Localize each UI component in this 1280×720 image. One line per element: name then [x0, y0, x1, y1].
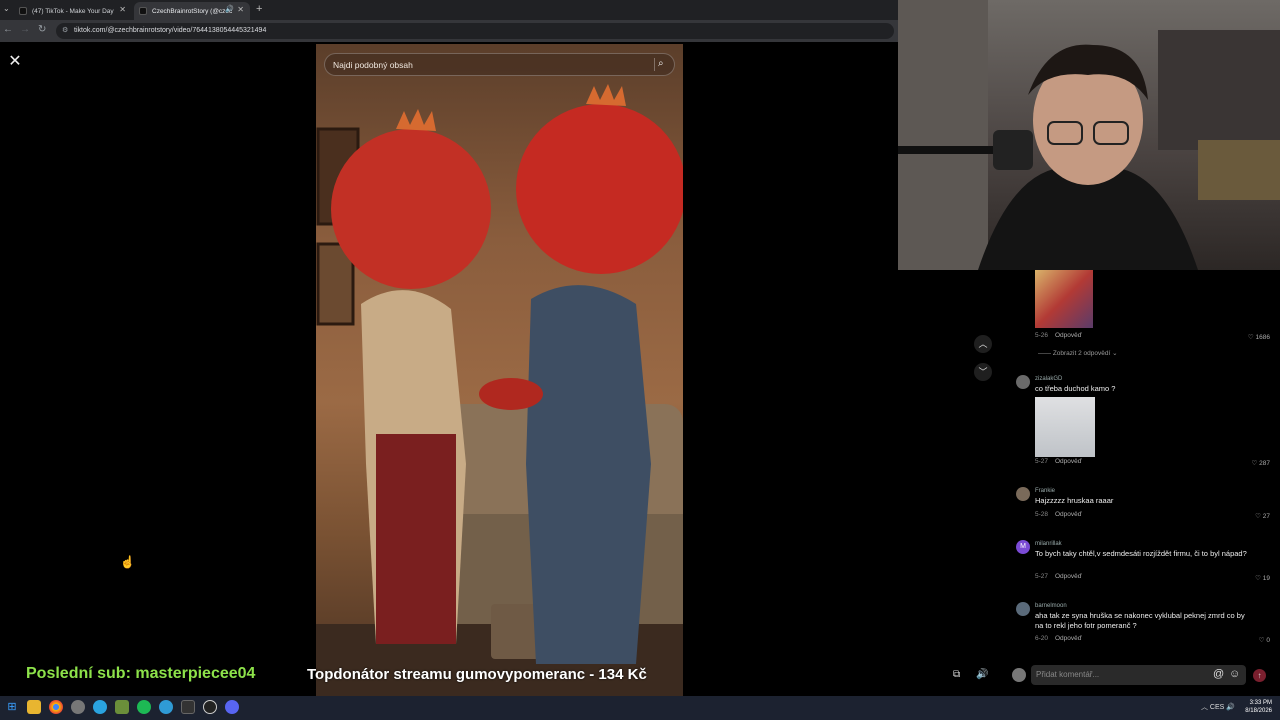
back-icon[interactable]: ←	[3, 24, 13, 35]
reply-button[interactable]: Odpověď	[1055, 332, 1082, 339]
tray-language[interactable]: CES	[1210, 704, 1224, 711]
close-tab-icon[interactable]: ✕	[119, 5, 126, 14]
comment-date: 6-20	[1035, 635, 1049, 642]
taskbar-clock[interactable]: 3:33 PM 8/18/2026	[1245, 699, 1272, 715]
webcam-frame	[898, 0, 1280, 270]
comment-input-placeholder: Přidat komentář...	[1036, 670, 1100, 679]
tab-tiktok-home[interactable]: (47) TikTok - Make Your Day ✕	[14, 2, 132, 20]
heart-icon: ♡	[1255, 575, 1263, 582]
clock-time: 3:33 PM	[1249, 700, 1272, 706]
start-icon[interactable]: ⊞	[5, 700, 19, 714]
comment-text: aha tak ze syna hruška se nakonec vyklub…	[1035, 611, 1245, 630]
telegram-icon[interactable]	[93, 700, 107, 714]
clock-date: 8/18/2026	[1245, 708, 1272, 714]
comment-image[interactable]	[1035, 270, 1093, 328]
reply-button[interactable]: Odpověď	[1055, 511, 1082, 518]
close-tab-icon[interactable]: ✕	[237, 5, 244, 14]
speaker-icon[interactable]: 🔊	[225, 5, 234, 13]
tray-chevron-icon[interactable]: ︿	[1201, 704, 1210, 711]
obs-icon[interactable]	[203, 700, 217, 714]
like-count[interactable]: ♡ 1686	[1242, 333, 1270, 341]
comment-image[interactable]	[1035, 397, 1095, 457]
comment-date: 5-26	[1035, 332, 1049, 339]
comment-username[interactable]: milanrillak	[1035, 541, 1062, 547]
new-tab-button[interactable]: +	[256, 3, 262, 15]
comment-username[interactable]: barnelmoon	[1035, 603, 1067, 609]
comments-panel: 5-26 Odpověď ♡ 1686 ―― Zobrazit 2 odpově…	[1004, 270, 1280, 656]
tab-label: CzechBrainrotStory (@czec	[152, 7, 233, 15]
video-frame-illustration	[316, 84, 683, 696]
avatar[interactable]	[1016, 602, 1030, 616]
reload-icon[interactable]: ↻	[38, 24, 46, 35]
tab-list-chevron-icon[interactable]: ⌄	[3, 4, 10, 13]
tray-volume-icon[interactable]: 🔊	[1226, 704, 1235, 711]
url-field[interactable]: ⚙ tiktok.com/@czechbrainrotstory/video/7…	[56, 23, 894, 39]
comment-date: 5-28	[1035, 511, 1049, 518]
heart-icon: ♡	[1255, 513, 1263, 520]
system-tray[interactable]: ︿ CES 🔊	[1201, 702, 1235, 712]
tiktok-favicon-icon	[19, 7, 27, 15]
tab-label: (47) TikTok - Make Your Day	[32, 7, 114, 15]
minecraft-icon[interactable]	[115, 700, 129, 714]
comment-text: Hajzzzzz hruskaa raaar	[1035, 496, 1114, 505]
terminal-icon[interactable]	[181, 700, 195, 714]
streamer-webcam	[898, 0, 1280, 270]
reply-button[interactable]: Odpověď	[1055, 573, 1082, 580]
avatar[interactable]: M	[1016, 540, 1030, 554]
comment-text: co třeba duchod kamo ?	[1035, 384, 1116, 393]
volume-icon[interactable]: 🔊	[976, 669, 988, 680]
spotify-icon[interactable]	[137, 700, 151, 714]
comment-date: 5-27	[1035, 458, 1049, 465]
mention-icon[interactable]: @	[1213, 668, 1224, 680]
search-similar-input[interactable]: Najdi podobný obsah	[324, 53, 675, 76]
discord-icon[interactable]	[225, 700, 239, 714]
heart-icon: ♡	[1251, 460, 1260, 467]
like-count[interactable]: ♡ 287	[1242, 459, 1271, 467]
search-icon[interactable]: ⌕	[654, 58, 667, 71]
avatar[interactable]	[1016, 487, 1030, 501]
avatar[interactable]	[1016, 375, 1030, 389]
address-bar-row: ← → ↻ ⚙ tiktok.com/@czechbrainrotstory/v…	[0, 20, 898, 42]
reply-button[interactable]: Odpověď	[1055, 635, 1082, 642]
file-explorer-icon[interactable]	[27, 700, 41, 714]
comment-username[interactable]: Frankie	[1035, 488, 1055, 494]
search-placeholder: Najdi podobný obsah	[333, 60, 413, 70]
mouse-cursor-icon: ☝	[120, 555, 135, 569]
tiktok-favicon-icon	[139, 7, 147, 15]
brave-icon[interactable]	[71, 700, 85, 714]
windows-taskbar: ⊞ ︿ CES 🔊 3:33 PM 8/18/2026	[0, 696, 1280, 720]
video-player[interactable]	[316, 44, 683, 696]
next-video-button[interactable]: ﹀	[974, 363, 992, 381]
heart-icon: ♡	[1247, 334, 1256, 341]
emoji-icon[interactable]: ☺	[1229, 668, 1240, 680]
previous-video-button[interactable]: ︿	[974, 335, 992, 353]
like-count[interactable]: ♡ 19	[1242, 574, 1270, 582]
picture-in-picture-icon[interactable]: ⧉	[953, 669, 960, 680]
edge-icon[interactable]	[159, 700, 173, 714]
tab-czechbrainrotstory[interactable]: CzechBrainrotStory (@czec 🔊 ✕	[134, 2, 250, 20]
last-sub-overlay: Poslední sub: masterpiecee04	[26, 665, 256, 682]
current-user-avatar[interactable]	[1012, 668, 1026, 682]
forward-icon[interactable]: →	[20, 24, 30, 35]
reply-button[interactable]: Odpověď	[1055, 458, 1082, 465]
close-video-icon[interactable]: ✕	[7, 54, 23, 70]
comment-text: To bych taky chtěl,v sedmdesáti rozjíždě…	[1035, 549, 1247, 558]
url-text: tiktok.com/@czechbrainrotstory/video/764…	[74, 27, 267, 34]
chrome-icon[interactable]	[49, 700, 63, 714]
like-count[interactable]: ♡ 0	[1242, 636, 1270, 644]
site-info-icon[interactable]: ⚙	[62, 26, 68, 34]
comment-username[interactable]: zizalakGD	[1035, 376, 1062, 382]
post-comment-button[interactable]: ↑	[1253, 669, 1266, 682]
comment-date: 5-27	[1035, 573, 1049, 580]
browser-tab-bar: ⌄ (47) TikTok - Make Your Day ✕ CzechBra…	[0, 0, 898, 20]
chevron-down-icon: ⌄	[1112, 350, 1118, 357]
top-donator-overlay: Topdonátor streamu gumovypomeranc - 134 …	[307, 666, 647, 683]
like-count[interactable]: ♡ 27	[1242, 512, 1270, 520]
show-replies-button[interactable]: ―― Zobrazit 2 odpovědí ⌄	[1038, 349, 1118, 357]
